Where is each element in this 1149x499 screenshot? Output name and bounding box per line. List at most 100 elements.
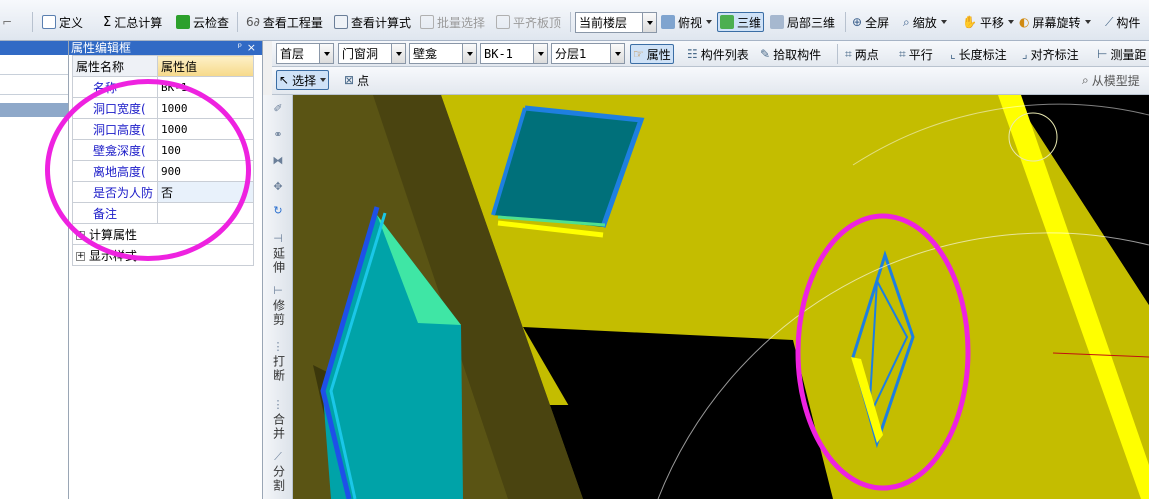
extend-tool[interactable]: ⊣ 延伸 (267, 233, 289, 279)
brush-tool[interactable]: ✐ (267, 103, 289, 117)
split-label: 分割 (271, 465, 286, 493)
flush-slab-icon (496, 15, 510, 29)
summary-calc-button[interactable]: Σ 汇总计算 (103, 12, 162, 32)
chevron-down-icon (940, 20, 947, 24)
component-combo-value: BK-1 (484, 46, 513, 61)
list-icon: ☷ (687, 47, 698, 61)
property-table: 属性名称 属性值 名称 BK-1 洞口宽度( 1000 洞口高度( 1000 壁… (72, 55, 255, 266)
fullscreen-button[interactable]: ⊕ 全屏 (852, 12, 889, 32)
property-group-row[interactable]: + 计算属性 (72, 223, 254, 245)
trim-tool[interactable]: ⊢ 修剪 (267, 285, 289, 331)
pick-icon: ✎ (760, 47, 771, 61)
local-three-d-button[interactable]: 局部三维 (770, 12, 835, 32)
chevron-down-icon[interactable] (462, 44, 476, 63)
length-dim-label: 长度标注 (958, 47, 1007, 62)
batch-select-button[interactable]: 批量选择 (420, 12, 485, 32)
property-group-label: 计算属性 (89, 227, 138, 242)
two-points-button[interactable]: ⌗ 两点 (845, 44, 879, 64)
select-button[interactable]: ↖ 选择 (276, 70, 330, 90)
select-toolbar: ↖ 选择 ⊠ 点 ⌕ 从模型提 (272, 67, 1149, 95)
measure-button[interactable]: ⊢ 测量距 (1097, 44, 1146, 64)
view-quantity-button[interactable]: 6∂ 查看工程量 (246, 12, 323, 32)
property-value[interactable]: 否 (156, 181, 255, 203)
properties-button[interactable]: ☞ 属性 (630, 44, 674, 64)
define-button[interactable]: 定义 (42, 12, 83, 32)
batch-select-label: 批量选择 (437, 15, 486, 30)
expand-icon[interactable]: + (76, 251, 85, 261)
property-row[interactable]: 洞口宽度( 1000 (72, 97, 255, 119)
chevron-down-icon[interactable] (533, 44, 547, 63)
chevron-down-icon[interactable] (391, 44, 405, 63)
copy-tool[interactable]: ⚭ (267, 129, 289, 143)
property-row[interactable]: 壁龛深度( 100 (72, 139, 255, 161)
cursor-icon: ↖ (279, 73, 290, 87)
type-combo-value: 壁龛 (413, 47, 438, 61)
property-group-row[interactable]: + 显示样式 (72, 244, 254, 266)
mirror-icon: ⧓ (272, 154, 284, 167)
point-button[interactable]: ⊠ 点 (344, 70, 369, 90)
top-view-button[interactable]: 俯视 (661, 12, 713, 32)
view-formula-button[interactable]: 查看计算式 (334, 12, 411, 32)
tree-selected-row[interactable] (0, 103, 68, 117)
split-tool[interactable]: ⟋ 分割 (267, 451, 289, 497)
flush-slab-button[interactable]: 平齐板顶 (496, 12, 561, 32)
toolbar-overflow[interactable]: ⌐ (2, 12, 12, 32)
type-combo[interactable]: 壁龛 (409, 43, 477, 64)
summary-calc-label: 汇总计算 (114, 15, 163, 30)
rotate-tool[interactable]: ↻ (267, 205, 289, 219)
floor-select[interactable]: 当前楼层 (575, 12, 657, 33)
close-icon[interactable]: × (247, 41, 256, 55)
layer-combo[interactable]: 分层1 (551, 43, 625, 64)
break-tool[interactable]: ⋮ 打断 (267, 341, 289, 387)
property-value[interactable] (156, 202, 255, 224)
component-combo[interactable]: BK-1 (480, 43, 548, 64)
property-row[interactable]: 离地高度( 900 (72, 160, 255, 182)
three-d-viewport[interactable] (293, 95, 1149, 499)
properties-label: 属性 (646, 47, 671, 62)
pan-button[interactable]: ✋ 平移 (962, 12, 1014, 32)
zoom-button[interactable]: ⌕ 缩放 (903, 12, 947, 32)
property-row[interactable]: 是否为人防 否 (72, 181, 255, 203)
mirror-tool[interactable]: ⧓ (267, 155, 289, 169)
cloud-check-button[interactable]: 云检查 (176, 12, 229, 32)
property-panel-title: 属性编辑框 ᵖ × (69, 41, 262, 55)
break-icon: ⋮ (272, 340, 284, 353)
category-combo[interactable]: 门窗洞 (338, 43, 406, 64)
property-row[interactable]: 洞口高度( 1000 (72, 118, 255, 140)
floor-combo[interactable]: 首层 (276, 43, 334, 64)
property-row[interactable]: 名称 BK-1 (72, 76, 255, 98)
screen-rotate-button[interactable]: ◐ 屏幕旋转 (1019, 12, 1091, 32)
property-value[interactable]: 100 (156, 139, 255, 161)
property-row[interactable]: 备注 (72, 202, 255, 224)
property-value[interactable]: 1000 (156, 118, 255, 140)
chevron-down-icon[interactable] (642, 13, 656, 32)
category-combo-value: 门窗洞 (342, 47, 379, 61)
pick-component-button[interactable]: ✎ 拾取构件 (760, 44, 821, 64)
merge-tool[interactable]: ⋮ 合并 (267, 399, 289, 445)
toolbar-separator (837, 44, 838, 64)
move-tool[interactable]: ✥ (267, 181, 289, 195)
parallel-button[interactable]: ⌗ 平行 (899, 44, 933, 64)
length-dim-button[interactable]: ⌞ 长度标注 (950, 44, 1007, 64)
component-button[interactable]: ⟋ 构件 (1105, 12, 1140, 32)
from-model-button[interactable]: ⌕ 从模型提 (1082, 70, 1140, 90)
chevron-down-icon[interactable] (610, 44, 624, 63)
component-list-button[interactable]: ☷ 构件列表 (687, 44, 749, 64)
property-group[interactable]: + 计算属性 (72, 223, 254, 245)
property-value[interactable]: BK-1 (156, 76, 255, 98)
layer-combo-value: 分层1 (555, 47, 587, 61)
pin-icon[interactable]: ᵖ (238, 41, 242, 55)
property-value[interactable]: 1000 (156, 97, 255, 119)
aligned-dim-button[interactable]: ⌟ 对齐标注 (1022, 44, 1079, 64)
break-label: 打断 (271, 355, 286, 383)
tree-row[interactable] (0, 75, 68, 95)
property-name: 壁龛深度( (72, 139, 158, 161)
three-d-button[interactable]: 三维 (717, 12, 765, 32)
expand-icon[interactable]: + (76, 230, 85, 240)
tree-row[interactable] (0, 55, 68, 75)
property-value[interactable]: 900 (156, 160, 255, 182)
property-group[interactable]: + 显示样式 (72, 244, 254, 266)
chevron-down-icon[interactable] (319, 44, 333, 63)
sigma-icon: Σ (103, 14, 112, 30)
hand-icon: ✋ (962, 15, 977, 29)
